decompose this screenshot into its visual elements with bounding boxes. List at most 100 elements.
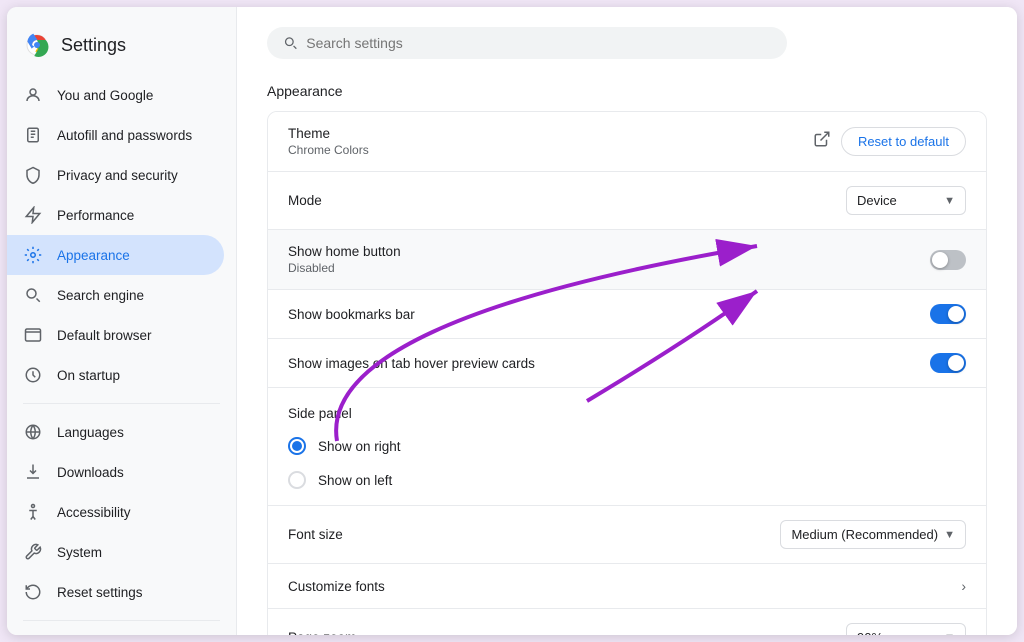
page-zoom-label: Page zoom (288, 630, 356, 635)
home-button-toggle-knob (932, 252, 948, 268)
app-title: Settings (61, 35, 126, 56)
mode-dropdown[interactable]: Device ▼ (846, 186, 966, 215)
sidebar-item-search-engine[interactable]: Search engine (7, 275, 224, 315)
sidebar-divider-2 (23, 620, 220, 621)
app-header: Settings (7, 23, 236, 75)
page-zoom-dropdown[interactable]: 90% ▼ (846, 623, 966, 635)
bookmarks-bar-toggle-knob (948, 306, 964, 322)
font-size-label: Font size (288, 527, 343, 542)
languages-icon (23, 422, 43, 442)
appearance-icon (23, 245, 43, 265)
page-zoom-dropdown-arrow: ▼ (944, 632, 955, 636)
font-size-value: Medium (Recommended) (791, 527, 938, 542)
sidebar-divider (23, 403, 220, 404)
radio-show-on-right[interactable]: Show on right (288, 429, 966, 463)
sidebar: Settings You and Google Autofill and pas… (7, 7, 237, 635)
sidebar-item-autofill[interactable]: Autofill and passwords (7, 115, 224, 155)
sidebar-item-performance[interactable]: Performance (7, 195, 224, 235)
reset-to-default-button[interactable]: Reset to default (841, 127, 966, 156)
home-button-label: Show home button (288, 244, 401, 259)
browser-icon (23, 325, 43, 345)
sidebar-item-downloads[interactable]: Downloads (7, 452, 224, 492)
sidebar-item-privacy[interactable]: Privacy and security (7, 155, 224, 195)
sidebar-item-on-startup[interactable]: On startup (7, 355, 224, 395)
sidebar-label-languages: Languages (57, 425, 124, 440)
font-size-dropdown-arrow: ▼ (944, 529, 955, 541)
mode-value: Device (857, 193, 897, 208)
sidebar-label-autofill: Autofill and passwords (57, 128, 192, 143)
bookmarks-bar-row-left: Show bookmarks bar (288, 307, 415, 322)
sidebar-label-privacy: Privacy and security (57, 168, 178, 183)
radio-show-on-right-circle (288, 437, 306, 455)
mode-row-right: Device ▼ (846, 186, 966, 215)
reset-icon (23, 582, 43, 602)
search-icon (283, 35, 298, 51)
sidebar-label-default-browser: Default browser (57, 328, 152, 343)
settings-card: Theme Chrome Colors Reset to default (267, 111, 987, 635)
theme-external-link-icon[interactable] (813, 130, 831, 153)
theme-label: Theme (288, 126, 369, 141)
performance-icon (23, 205, 43, 225)
customize-fonts-row[interactable]: Customize fonts › (268, 564, 986, 609)
bookmarks-bar-toggle[interactable] (930, 304, 966, 324)
tab-hover-toggle-knob (948, 355, 964, 371)
main-content: Appearance Theme Chrome Colors (237, 7, 1017, 635)
font-size-row-left: Font size (288, 527, 343, 542)
sidebar-label-appearance: Appearance (57, 248, 130, 263)
radio-show-on-left-label: Show on left (318, 473, 392, 488)
radio-show-on-right-label: Show on right (318, 439, 401, 454)
sidebar-item-languages[interactable]: Languages (7, 412, 224, 452)
theme-row-left: Theme Chrome Colors (288, 126, 369, 157)
search-bar[interactable] (267, 27, 787, 59)
tab-hover-toggle[interactable] (930, 353, 966, 373)
tab-hover-label: Show images on tab hover preview cards (288, 356, 535, 371)
bookmarks-bar-row: Show bookmarks bar (268, 290, 986, 339)
search-engine-icon (23, 285, 43, 305)
tab-hover-row-right (930, 353, 966, 373)
radio-show-on-left[interactable]: Show on left (288, 463, 966, 497)
sidebar-item-default-browser[interactable]: Default browser (7, 315, 224, 355)
mode-row-left: Mode (288, 193, 322, 208)
sidebar-label-search-engine: Search engine (57, 288, 144, 303)
home-button-row-right (930, 250, 966, 270)
sidebar-item-appearance[interactable]: Appearance (7, 235, 224, 275)
downloads-icon (23, 462, 43, 482)
sidebar-item-you-and-google[interactable]: You and Google (7, 75, 224, 115)
system-icon (23, 542, 43, 562)
home-button-sublabel: Disabled (288, 261, 401, 275)
sidebar-label-system: System (57, 545, 102, 560)
radio-show-on-left-circle (288, 471, 306, 489)
page-zoom-row-right: 90% ▼ (846, 623, 966, 635)
tab-hover-row: Show images on tab hover preview cards (268, 339, 986, 388)
sidebar-label-downloads: Downloads (57, 465, 124, 480)
home-button-row: Show home button Disabled (268, 230, 986, 290)
sidebar-label-reset-settings: Reset settings (57, 585, 143, 600)
customize-fonts-chevron-icon: › (961, 578, 966, 594)
sidebar-item-accessibility[interactable]: Accessibility (7, 492, 224, 532)
mode-dropdown-arrow: ▼ (944, 195, 955, 207)
shield-icon (23, 165, 43, 185)
accessibility-icon (23, 502, 43, 522)
search-input[interactable] (306, 35, 771, 51)
bookmarks-bar-row-right (930, 304, 966, 324)
sidebar-item-reset-settings[interactable]: Reset settings (7, 572, 224, 612)
bookmarks-bar-label: Show bookmarks bar (288, 307, 415, 322)
startup-icon (23, 365, 43, 385)
side-panel-group: Side panel Show on right Show on left (268, 388, 986, 506)
home-button-row-left: Show home button Disabled (288, 244, 401, 275)
home-button-toggle[interactable] (930, 250, 966, 270)
sidebar-label-you-and-google: You and Google (57, 88, 153, 103)
main-content-wrapper: Appearance Theme Chrome Colors (237, 7, 1017, 635)
section-title: Appearance (267, 83, 987, 99)
page-zoom-row: Page zoom 90% ▼ (268, 609, 986, 635)
font-size-dropdown[interactable]: Medium (Recommended) ▼ (780, 520, 966, 549)
font-size-row: Font size Medium (Recommended) ▼ (268, 506, 986, 564)
side-panel-label: Side panel (288, 396, 966, 429)
chrome-logo-icon (23, 31, 51, 59)
sidebar-label-on-startup: On startup (57, 368, 120, 383)
font-size-row-right: Medium (Recommended) ▼ (780, 520, 966, 549)
person-icon (23, 85, 43, 105)
sidebar-item-system[interactable]: System (7, 532, 224, 572)
sidebar-item-extensions[interactable]: Extensions ↗ (7, 629, 224, 635)
customize-fonts-label: Customize fonts (288, 579, 385, 594)
